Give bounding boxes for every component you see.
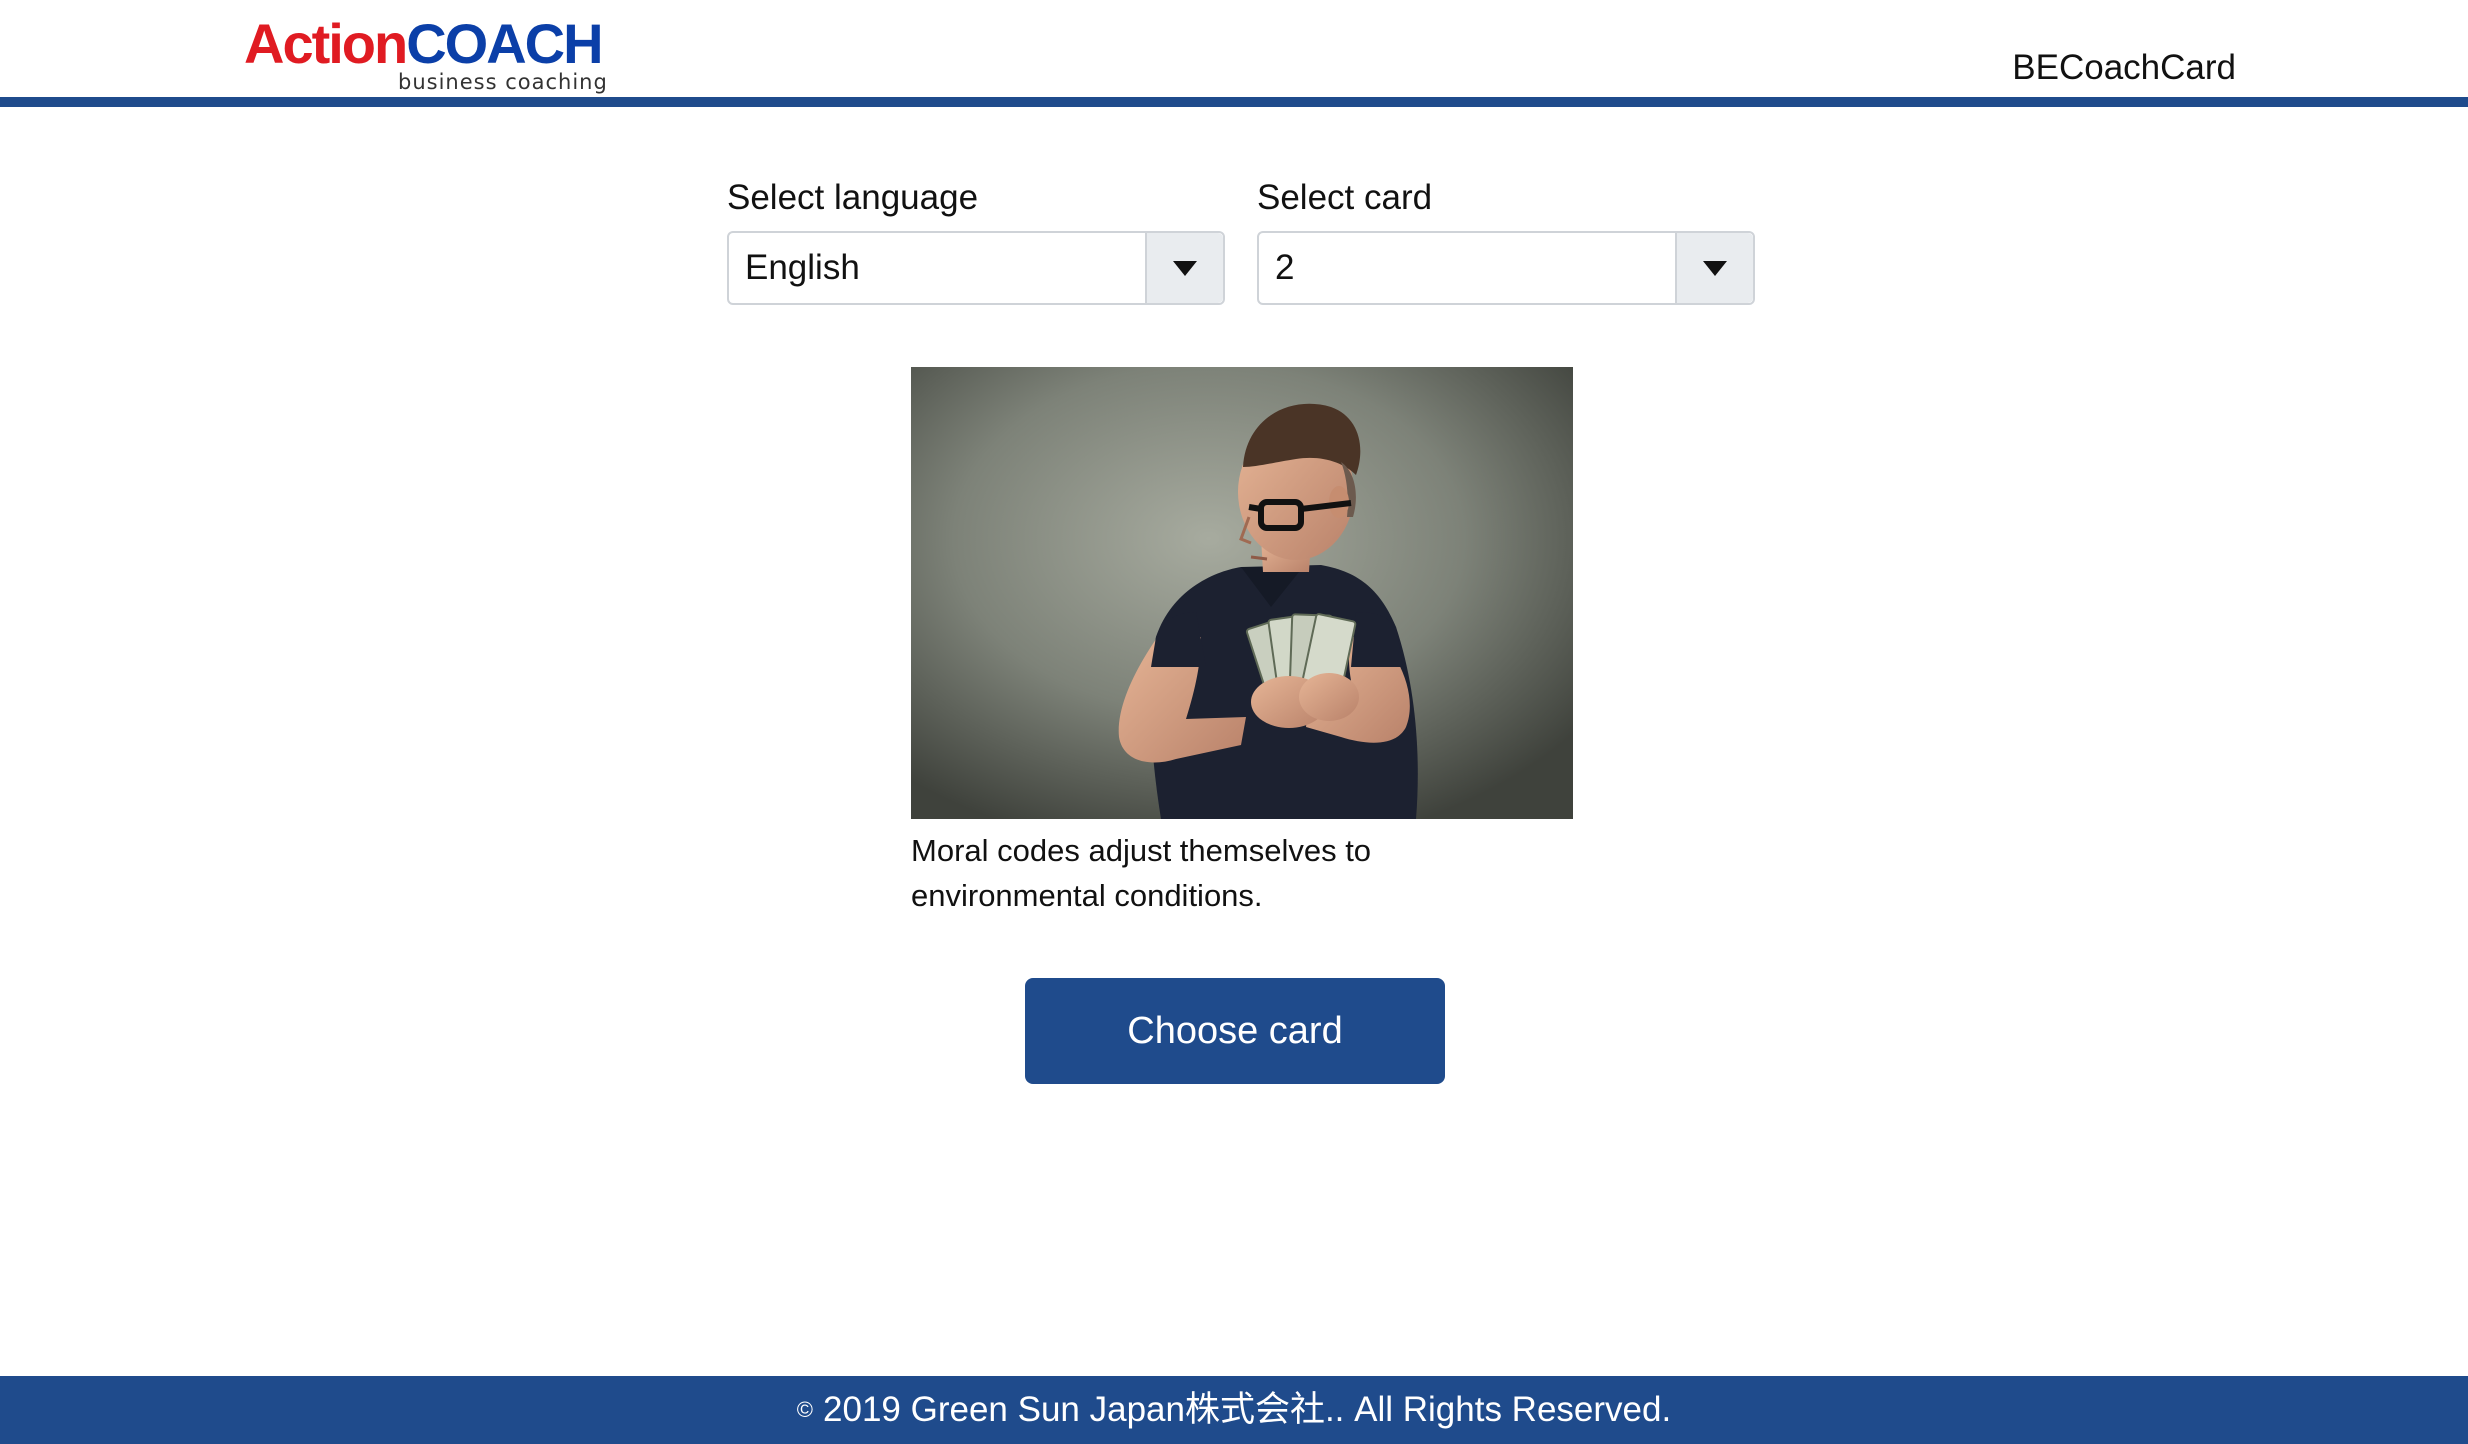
header-divider-bar [0, 97, 2468, 107]
choose-card-button[interactable]: Choose card [1025, 978, 1445, 1084]
card-label: Select card [1257, 178, 1433, 217]
language-select-value: English [745, 248, 860, 287]
footer-copyright-text: 2019 Green Sun Japan株式会社.. All Rights Re… [823, 1390, 1672, 1429]
page: ActionCOACH business coaching BECoachCar… [0, 0, 2468, 1444]
language-label: Select language [727, 178, 979, 217]
footer: © 2019 Green Sun Japan株式会社.. All Rights R… [0, 1376, 2468, 1444]
card-select-value: 2 [1275, 248, 1295, 287]
app-name: BECoachCard [2012, 48, 2236, 87]
language-select-toggle[interactable] [1145, 233, 1223, 303]
caret-down-icon [1173, 261, 1197, 276]
logo-word-action: Action [244, 12, 408, 75]
card-caption: Moral codes adjust themselves to environ… [911, 833, 1372, 913]
man-hiding-money-photo [911, 367, 1573, 819]
header: ActionCOACH business coaching BECoachCar… [0, 0, 2468, 97]
language-select[interactable]: English [727, 231, 1225, 305]
logo-tagline: business coaching [398, 70, 608, 94]
card-select-toggle[interactable] [1675, 233, 1753, 303]
caret-down-icon [1703, 261, 1727, 276]
card-image [911, 367, 1573, 819]
actioncoach-logo[interactable]: ActionCOACH business coaching [244, 14, 607, 95]
copyright-icon: © [796, 1397, 814, 1422]
logo-wordmark: ActionCOACH [244, 12, 604, 75]
logo-word-coach: COACH [406, 12, 603, 75]
language-field: Select language English [727, 175, 1227, 305]
card-field: Select card 2 [1257, 175, 1757, 305]
card-select[interactable]: 2 [1257, 231, 1755, 305]
